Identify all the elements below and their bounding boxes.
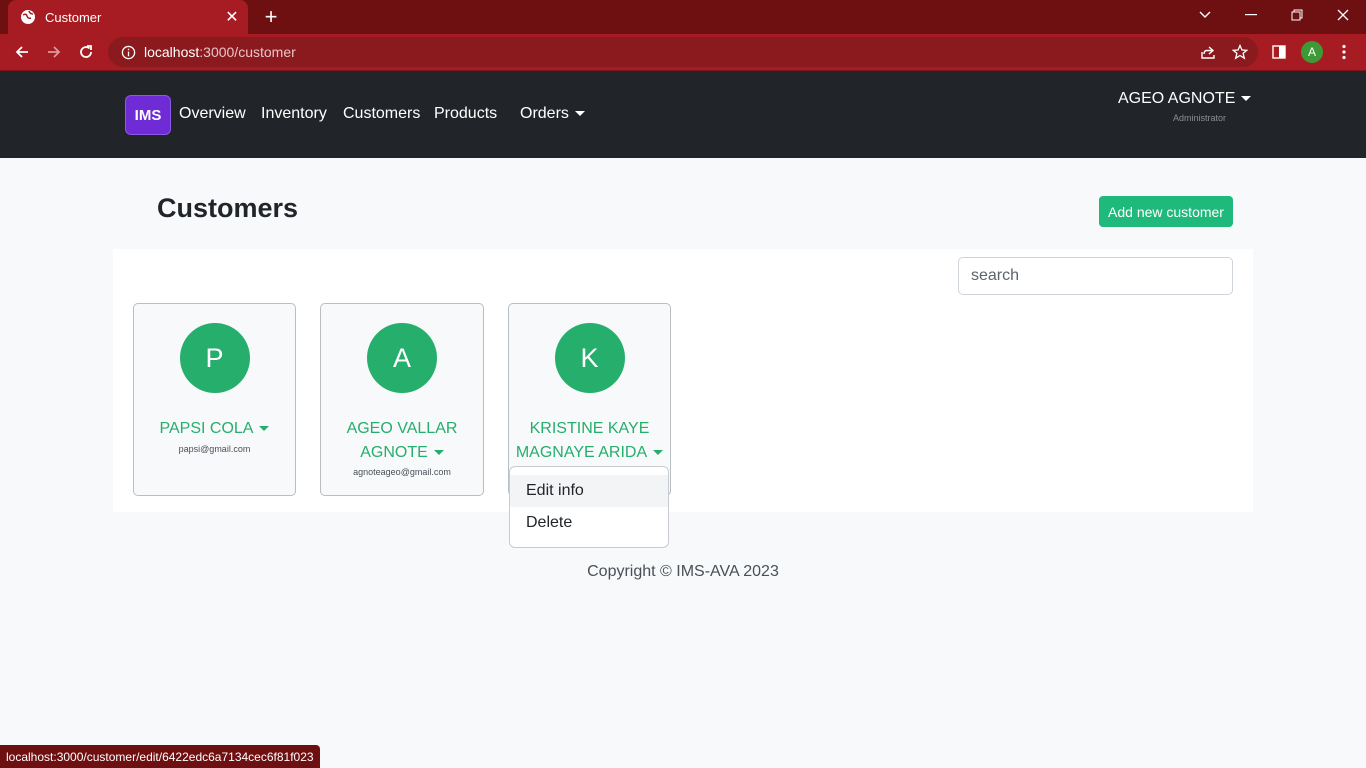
customer-avatar: K [554,323,625,393]
customer-name: KRISTINE KAYE [529,420,650,437]
side-panel-icon[interactable] [1265,38,1293,66]
add-new-customer-button[interactable]: Add new customer [1099,196,1233,227]
minimize-icon[interactable] [1228,0,1274,30]
customer-actions-menu: Edit info Delete [509,466,669,548]
caret-down-icon [1241,96,1252,102]
caret-down-icon [433,450,444,456]
customer-card: A AGEO VALLAR AGNOTE agnoteageo@gmail.com [320,303,484,496]
app-navbar: IMS Overview Inventory Customers Product… [0,71,1366,158]
footer-copyright: Copyright © IMS-AVA 2023 [587,563,779,580]
address-bar[interactable]: localhost:3000/customer [108,37,1258,67]
customer-name-line2: MAGNAYE ARIDA [515,444,648,461]
globe-icon [20,9,36,25]
customer-email: agnoteageo@gmail.com [353,467,451,477]
customer-email: papsi@gmail.com [178,444,251,454]
page-title: Customers [157,193,299,223]
status-bar-url: localhost:3000/customer/edit/6422edc6a71… [0,745,320,768]
back-icon[interactable] [8,38,36,66]
browser-tab[interactable]: Customer ✕ [8,0,248,34]
bookmark-star-icon[interactable] [1226,38,1254,66]
browser-tab-bar: Customer ✕ + [0,0,1366,34]
close-tab-icon[interactable]: ✕ [218,3,246,31]
caret-down-icon [259,426,270,432]
user-menu-dropdown[interactable]: AGEO AGNOTE [1118,90,1252,108]
customer-card: P PAPSI COLA papsi@gmail.com [133,303,296,496]
new-tab-icon[interactable]: + [258,4,284,30]
nav-link-products[interactable]: Products [434,105,497,123]
search-input[interactable] [958,257,1233,295]
menu-item-delete[interactable]: Delete [510,507,668,539]
customer-name: PAPSI COLA [159,420,254,437]
url-path: :3000/customer [199,44,296,60]
orders-label: Orders [520,105,569,122]
reload-icon[interactable] [72,38,100,66]
customer-avatar: A [367,323,437,393]
site-info-icon[interactable] [120,44,136,60]
profile-icon[interactable]: A [1298,38,1326,66]
customer-name: AGEO VALLAR [346,420,458,437]
share-icon[interactable] [1194,38,1222,66]
customer-name-dropdown[interactable]: PAPSI COLA [138,417,291,441]
user-name: AGEO AGNOTE [1118,90,1236,107]
user-role: Administrator [1173,113,1227,123]
menu-kebab-icon[interactable] [1330,38,1358,66]
browser-toolbar: localhost:3000/customer A [0,34,1366,71]
nav-link-customers[interactable]: Customers [343,105,420,123]
customer-avatar: P [179,323,250,393]
tab-search-icon[interactable] [1182,0,1228,30]
nav-link-overview[interactable]: Overview [179,105,246,123]
profile-avatar: A [1301,41,1323,63]
tab-title: Customer [45,9,102,25]
customer-name-dropdown[interactable]: AGEO VALLAR AGNOTE [325,417,479,465]
customer-name-dropdown[interactable]: KRISTINE KAYE MAGNAYE ARIDA [513,417,666,465]
close-window-icon[interactable] [1320,0,1366,30]
customer-name-line2: AGNOTE [360,444,428,461]
forward-icon[interactable] [40,38,68,66]
url-host: localhost [144,44,200,60]
nav-link-inventory[interactable]: Inventory [261,105,327,123]
caret-down-icon [574,111,585,117]
restore-icon[interactable] [1274,0,1320,30]
menu-item-edit-info[interactable]: Edit info [510,475,668,507]
brand-logo[interactable]: IMS [125,95,171,135]
nav-dropdown-orders[interactable]: Orders [520,105,585,123]
caret-down-icon [653,450,664,456]
